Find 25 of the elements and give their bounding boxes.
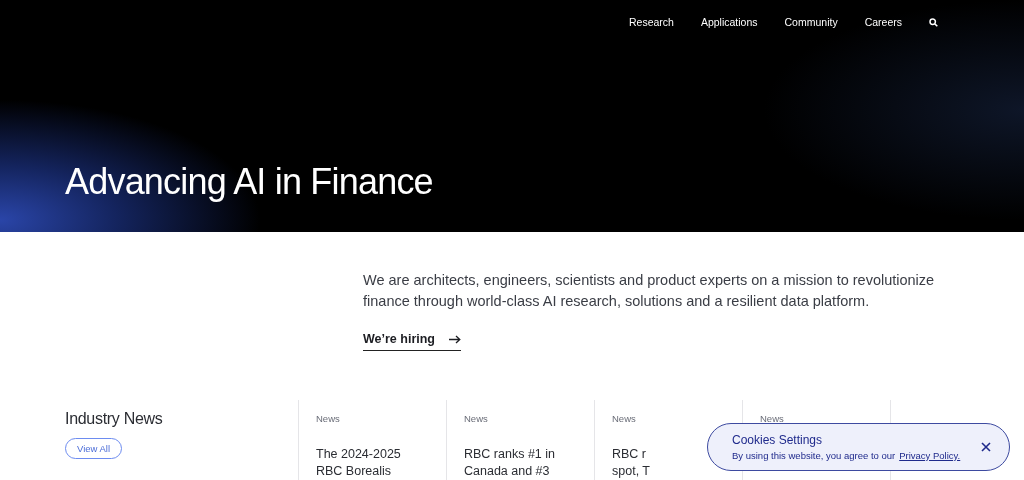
banner-text: By using this website, you agree to our — [732, 450, 896, 461]
news-category: News — [316, 413, 341, 424]
nav-link[interactable]: Applications — [700, 16, 758, 28]
news-title[interactable]: RBC Borealis — [316, 463, 392, 480]
hiring-link[interactable]: We’re hiring — [363, 332, 461, 351]
arrow-icon — [449, 334, 461, 344]
close-icon[interactable] — [981, 442, 991, 452]
news-title[interactable]: The 2024-2025 — [316, 446, 401, 463]
nav-link[interactable]: Research — [628, 16, 674, 28]
news-title[interactable]: Canada and #3 — [464, 463, 550, 480]
news-title[interactable]: RBC r — [612, 446, 647, 463]
intro-paragraph: We are architects, engineers, scientists and product experts on a mission to revolutionize finance through world-class AI research, solutions and a resilient data platform. — [363, 271, 936, 311]
privacy-link[interactable]: Privacy Policy. — [899, 450, 961, 461]
search-icon[interactable] — [929, 17, 938, 27]
news-category: News — [612, 413, 637, 424]
news-category: News — [760, 413, 785, 424]
nav-link[interactable]: Community — [784, 16, 838, 28]
news-title[interactable]: RBC ranks #1 in — [464, 446, 555, 463]
nav-link[interactable]: Careers — [864, 16, 902, 28]
news-category: News — [464, 413, 489, 424]
news-title[interactable]: spot, T — [612, 463, 650, 480]
banner-title: Cookies Settings — [732, 433, 824, 447]
hero-title: Advancing AI in Finance — [64, 160, 434, 204]
section-heading: Industry News — [65, 410, 164, 428]
view-all-button[interactable]: View All — [65, 438, 123, 459]
